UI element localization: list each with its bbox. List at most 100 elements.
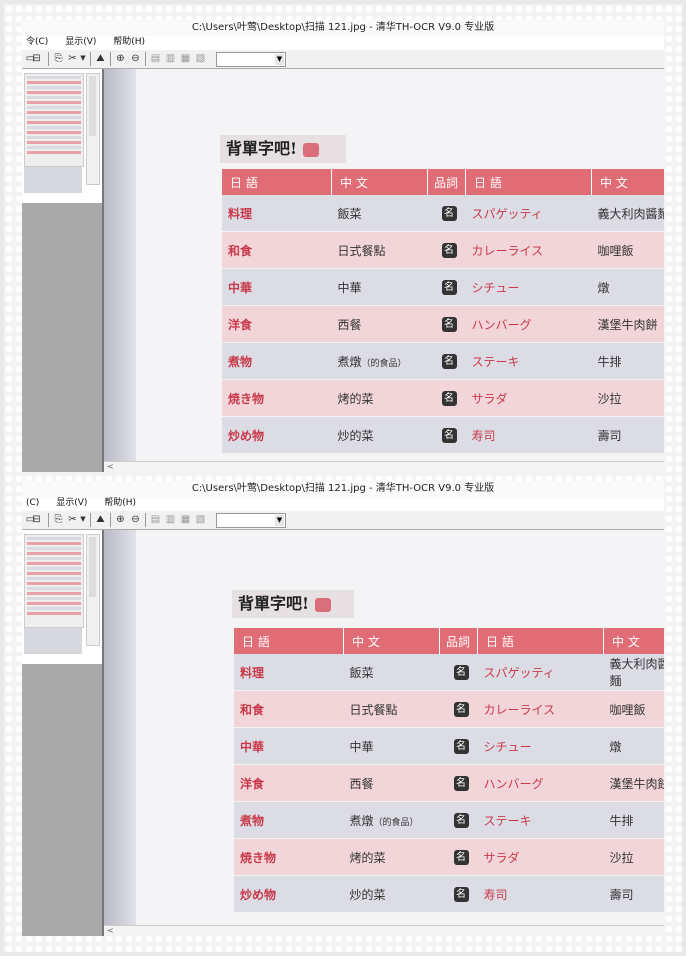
cell-jp-2-text: サラダ bbox=[471, 391, 508, 406]
thumbnail-shadow bbox=[24, 628, 82, 654]
cell-jp-1-text: 和食 bbox=[240, 702, 265, 717]
cell-jp-2: ハンバーグ bbox=[465, 305, 592, 343]
cell-jp-2: スパゲッティ bbox=[465, 195, 592, 232]
pos-badge: 名 bbox=[453, 665, 469, 680]
layout-1-icon[interactable]: ▤ bbox=[149, 52, 162, 65]
cell-zh-2: 漢堡牛肉餅 bbox=[591, 305, 664, 343]
scroll-left-icon[interactable]: < bbox=[107, 926, 114, 935]
cell-zh-1: 西餐 bbox=[343, 764, 440, 802]
cell-zh-2-text: 牛排 bbox=[609, 813, 634, 828]
toolbar: ▭ ⊟ ⎘ ✂ ▼ ⛰ ⊕ ⊖ ▤ ▥ ▦ ▧ ▼ bbox=[22, 511, 664, 530]
window-title: C:\Users\叶莺\Desktop\扫描 121.jpg - 清华TH-OC… bbox=[22, 481, 664, 498]
cut-icon[interactable]: ✂ bbox=[66, 52, 79, 65]
pos-badge: 名 bbox=[441, 391, 457, 406]
cell-zh-1-text: 中華 bbox=[337, 280, 362, 295]
layout-2-icon[interactable]: ▥ bbox=[164, 52, 177, 65]
header-jp-2: 日 語 bbox=[465, 169, 592, 195]
toolbar-separator bbox=[90, 513, 91, 527]
dropdown-icon[interactable]: ▼ bbox=[79, 513, 87, 526]
page-thumbnail[interactable] bbox=[24, 534, 84, 628]
layout-3-icon[interactable]: ▦ bbox=[179, 52, 192, 65]
cell-jp-1: 煮物 bbox=[234, 801, 344, 839]
cell-jp-2-text: シチュー bbox=[483, 739, 532, 754]
dropdown-icon[interactable]: ▼ bbox=[79, 52, 87, 65]
thumbnail-scrollbar[interactable] bbox=[86, 534, 100, 646]
scroll-left-icon[interactable]: < bbox=[107, 462, 114, 471]
pos-badge: 名 bbox=[453, 813, 469, 828]
table-row: 中華 中華 名シチュー 燉 bbox=[234, 727, 664, 765]
cell-zh-2-text: 燉 bbox=[609, 739, 622, 754]
cell-zh-1-text: 飯菜 bbox=[349, 665, 374, 680]
save-icon[interactable]: ⊟ bbox=[30, 52, 43, 65]
toolbar-separator bbox=[110, 52, 111, 66]
menu-item-command[interactable]: 令(C) bbox=[26, 37, 48, 47]
cell-jp-2-text: スパゲッティ bbox=[483, 665, 555, 680]
cell-zh-1-text: 炒的菜 bbox=[337, 428, 374, 443]
image-viewer[interactable]: 背單字吧! 日 語 中 文 品詞 日 語 中 文 料理 飯菜名スパゲッティ 義大利肉… bbox=[104, 69, 664, 462]
table-row: 料理 飯菜 名スパゲッティ 義大利肉醬麵 bbox=[222, 195, 664, 232]
chevron-down-icon[interactable]: ▼ bbox=[275, 54, 284, 65]
header-jp-2: 日 語 bbox=[477, 628, 604, 654]
zoom-combo[interactable]: ▼ bbox=[216, 52, 286, 67]
cell-zh-2-text: 義大利肉醬麵 bbox=[597, 206, 665, 221]
cell-jp-2-text: サラダ bbox=[483, 850, 520, 865]
header-zh-2: 中 文 bbox=[591, 169, 664, 195]
horizontal-scrollbar[interactable]: < bbox=[104, 925, 664, 936]
menu-item-command[interactable]: (C) bbox=[26, 498, 39, 508]
cell-pos: 名 bbox=[427, 305, 466, 343]
cell-pos: 名 bbox=[427, 231, 466, 269]
zoom-out-icon[interactable]: ⊖ bbox=[129, 513, 142, 526]
chevron-down-icon[interactable]: ▼ bbox=[275, 515, 284, 526]
image-viewer[interactable]: 背單字吧! 日 語 中 文 品詞 日 語 中 文 料理 飯菜名スパゲッティ 義大利肉… bbox=[104, 530, 664, 926]
scanned-page: 背單字吧! 日 語 中 文 品詞 日 語 中 文 料理 飯菜名スパゲッティ 義大利肉… bbox=[136, 530, 664, 926]
menu-item-help[interactable]: 帮助(H) bbox=[104, 498, 136, 508]
zoom-in-icon[interactable]: ⊕ bbox=[114, 52, 127, 65]
toolbar-separator bbox=[145, 513, 146, 527]
zoom-combo[interactable]: ▼ bbox=[216, 513, 286, 528]
screenshot-panel-top: C:\Users\叶莺\Desktop\扫描 121.jpg - 清华TH-OC… bbox=[22, 20, 664, 472]
cell-zh-2: 義大利肉醬麵 bbox=[603, 654, 664, 691]
cell-zh-2: 壽司 bbox=[603, 875, 664, 913]
thumbnail-scrollbar[interactable] bbox=[86, 73, 100, 185]
cell-jp-2: 寿司 bbox=[465, 416, 592, 454]
table-header: 日 語 中 文 品詞 日 語 中 文 bbox=[222, 169, 664, 195]
menu-item-help[interactable]: 帮助(H) bbox=[113, 37, 145, 47]
cell-jp-1-text: 炒め物 bbox=[240, 887, 277, 902]
copy-icon[interactable]: ⎘ bbox=[52, 513, 65, 526]
layout-4-icon[interactable]: ▧ bbox=[194, 52, 207, 65]
layout-1-icon[interactable]: ▤ bbox=[149, 513, 162, 526]
layout-4-icon[interactable]: ▧ bbox=[194, 513, 207, 526]
cell-zh-2: 沙拉 bbox=[603, 838, 664, 876]
table-row: 焼き物 烤的菜 名サラダ 沙拉 bbox=[222, 379, 664, 417]
horizontal-scrollbar[interactable]: < bbox=[104, 461, 664, 472]
table-row: 中華 中華 名シチュー 燉 bbox=[222, 268, 664, 306]
cell-zh-2-text: 漢堡牛肉餅 bbox=[597, 317, 658, 332]
cell-jp-2: ステーキ bbox=[465, 342, 592, 380]
cell-pos: 名 bbox=[439, 838, 478, 876]
layout-3-icon[interactable]: ▦ bbox=[179, 513, 192, 526]
cell-jp-1-text: 洋食 bbox=[228, 317, 253, 332]
header-zh-1: 中 文 bbox=[343, 628, 440, 654]
page-thumbnail[interactable] bbox=[24, 73, 84, 167]
cell-jp-2: サラダ bbox=[465, 379, 592, 417]
cell-jp-1: 焼き物 bbox=[234, 838, 344, 876]
cell-jp-1-text: 焼き物 bbox=[228, 391, 265, 406]
cell-pos: 名 bbox=[427, 379, 466, 417]
zoom-out-icon[interactable]: ⊖ bbox=[129, 52, 142, 65]
scan-icon[interactable]: ⛰ bbox=[94, 52, 107, 65]
cell-zh-1-text: 烤的菜 bbox=[337, 391, 374, 406]
cell-jp-1: 焼き物 bbox=[222, 379, 332, 417]
save-icon[interactable]: ⊟ bbox=[30, 513, 43, 526]
cell-jp-2-text: ステーキ bbox=[471, 354, 520, 369]
cut-icon[interactable]: ✂ bbox=[66, 513, 79, 526]
cell-jp-1-text: 煮物 bbox=[240, 813, 265, 828]
menu-item-view[interactable]: 显示(V) bbox=[65, 37, 96, 47]
copy-icon[interactable]: ⎘ bbox=[52, 52, 65, 65]
cell-zh-2-text: 沙拉 bbox=[597, 391, 622, 406]
scan-icon[interactable]: ⛰ bbox=[94, 513, 107, 526]
layout-2-icon[interactable]: ▥ bbox=[164, 513, 177, 526]
table-row: 炒め物 炒的菜 名寿司 壽司 bbox=[222, 416, 664, 454]
zoom-in-icon[interactable]: ⊕ bbox=[114, 513, 127, 526]
cell-zh-2: 沙拉 bbox=[591, 379, 664, 417]
menu-item-view[interactable]: 显示(V) bbox=[56, 498, 87, 508]
